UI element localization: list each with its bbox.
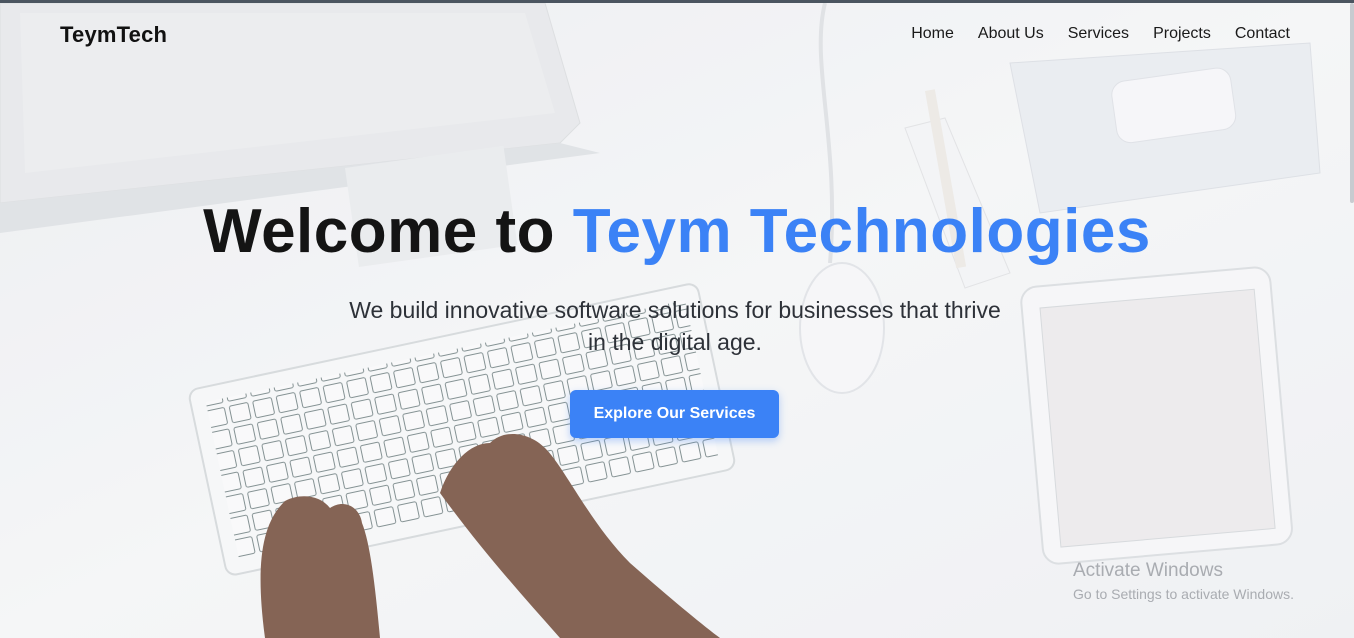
hero-title: Welcome to Teym Technologies (0, 196, 1354, 267)
hero-title-lead: Welcome to (203, 197, 555, 266)
activate-windows-watermark: Activate Windows Go to Settings to activ… (1073, 560, 1294, 602)
brand-logo[interactable]: TeymTech (60, 22, 167, 48)
nav-links: Home About Us Services Projects Contact (911, 25, 1290, 43)
navbar: TeymTech Home About Us Services Projects… (0, 3, 1354, 65)
activate-windows-subtitle: Go to Settings to activate Windows. (1073, 586, 1294, 602)
nav-about-link[interactable]: About Us (978, 25, 1044, 43)
activate-windows-title: Activate Windows (1073, 560, 1223, 581)
nav-services-link[interactable]: Services (1068, 25, 1129, 43)
explore-services-button[interactable]: Explore Our Services (570, 390, 779, 438)
nav-home-link[interactable]: Home (911, 25, 954, 43)
hero-subtitle: We build innovative software solutions f… (349, 297, 1001, 355)
nav-projects-link[interactable]: Projects (1153, 25, 1211, 43)
hero-title-accent: Teym Technologies (572, 197, 1151, 266)
nav-contact-link[interactable]: Contact (1235, 25, 1290, 43)
